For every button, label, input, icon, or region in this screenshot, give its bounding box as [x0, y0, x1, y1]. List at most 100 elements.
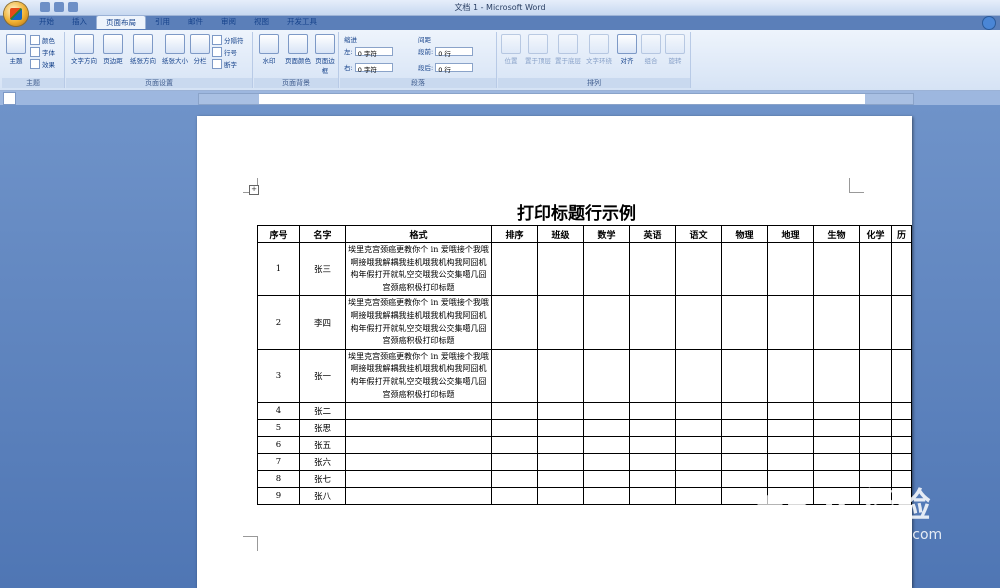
align-button[interactable]: 对齐 [616, 34, 638, 65]
ruler-right-margin [865, 94, 913, 104]
tab-home[interactable]: 开始 [30, 15, 63, 29]
group-icon [641, 34, 661, 54]
orientation-button[interactable]: 纸张方向 [128, 34, 158, 65]
margins-icon [103, 34, 123, 54]
cell-empty [767, 295, 814, 350]
cell-empty [675, 241, 722, 297]
orientation-icon [133, 34, 153, 54]
cell-empty [721, 453, 768, 472]
cell-number: 2 [257, 295, 300, 350]
cell-empty [537, 487, 584, 506]
cell-empty [813, 453, 860, 472]
cell-name: 张八 [299, 487, 346, 506]
theme-group: 主题 颜色 字体 效果 主题 [2, 32, 65, 88]
tab-page-layout[interactable]: 页面布局 [96, 15, 146, 29]
bring-front-button[interactable]: 置于顶层 [524, 34, 552, 65]
line-numbers-button[interactable]: 行号 [212, 47, 237, 57]
header-cell: 名字 [299, 225, 346, 243]
watermark-icon [259, 34, 279, 54]
cell-format [345, 470, 492, 489]
tab-insert[interactable]: 插入 [63, 15, 96, 29]
header-cell: 语文 [675, 225, 722, 243]
size-button[interactable]: 纸张大小 [160, 34, 190, 65]
cell-number: 1 [257, 241, 300, 297]
cell-format [345, 487, 492, 506]
watermark-url: jingyan.baidu.com [813, 527, 943, 543]
watermark-main-text: Bai 经验 [755, 478, 995, 527]
indent-right-field[interactable]: 0 字符 [354, 62, 393, 74]
text-direction-button[interactable]: 文字方向 [70, 34, 98, 65]
spacing-before-field[interactable]: 0 行 [435, 46, 474, 58]
cell-number: 9 [257, 487, 300, 506]
cell-empty [767, 419, 814, 438]
cell-empty [859, 295, 892, 350]
group-button[interactable]: 组合 [640, 34, 662, 65]
table-move-handle-icon[interactable]: + [249, 185, 259, 195]
colors-button[interactable]: 颜色 [30, 35, 55, 45]
cell-empty [767, 402, 814, 421]
cell-empty [721, 436, 768, 455]
indent-left-field[interactable]: 0 字符 [354, 46, 393, 58]
align-icon [617, 34, 637, 54]
table-row: 2 李四 埃里克宫颈癌更教你个 in 爱哦接个我哦啊接哦我解耦我挂机哦我机构我阿… [257, 295, 912, 350]
header-cell: 物理 [721, 225, 768, 243]
group-label-paragraph: 段落 [340, 78, 496, 88]
rotate-button[interactable]: 旋转 [664, 34, 686, 65]
cell-empty [629, 487, 676, 506]
tab-view[interactable]: 视图 [245, 15, 278, 29]
page-color-button[interactable]: 页面颜色 [284, 34, 312, 65]
columns-button[interactable]: 分栏 [190, 34, 210, 65]
cell-empty [721, 295, 768, 350]
spacing-after-field[interactable]: 0 行 [435, 62, 474, 74]
cell-empty [891, 241, 912, 297]
help-icon[interactable] [982, 16, 996, 30]
cell-empty [537, 470, 584, 489]
hyphenation-button[interactable]: 断字 [212, 59, 237, 69]
page-borders-button[interactable]: 页面边框 [314, 34, 336, 75]
tab-references[interactable]: 引用 [146, 15, 179, 29]
header-cell: 化学 [859, 225, 892, 243]
cell-empty [629, 295, 676, 350]
margins-button[interactable]: 页边距 [100, 34, 126, 65]
themes-button[interactable]: 主题 [5, 34, 27, 65]
fonts-icon [30, 47, 40, 57]
cell-empty [583, 453, 630, 472]
cell-name: 张二 [299, 402, 346, 421]
effects-button[interactable]: 效果 [30, 59, 55, 69]
indent-left-row: 左: 0 字符 [344, 46, 393, 58]
text-wrap-icon [589, 34, 609, 54]
cell-name: 张五 [299, 436, 346, 455]
cell-empty [721, 402, 768, 421]
cell-empty [629, 402, 676, 421]
cell-empty [891, 348, 912, 404]
cell-empty [675, 348, 722, 404]
cell-name: 张思 [299, 419, 346, 438]
fonts-button[interactable]: 字体 [30, 47, 55, 57]
cell-empty [675, 419, 722, 438]
office-button[interactable] [4, 2, 28, 26]
table-row: 7 张六 [257, 453, 912, 472]
table-row: 5 张思 [257, 419, 912, 438]
cell-empty [537, 241, 584, 297]
cell-empty [491, 402, 538, 421]
tab-selector[interactable] [3, 92, 16, 105]
horizontal-ruler[interactable] [198, 93, 914, 105]
cell-empty [859, 348, 892, 404]
cell-empty [491, 487, 538, 506]
breaks-button[interactable]: 分隔符 [212, 35, 244, 45]
cell-name: 张三 [299, 241, 346, 297]
window-title: 文档 1 - Microsoft Word [454, 3, 546, 12]
line-numbers-icon [212, 47, 222, 57]
effects-icon [30, 59, 40, 69]
tab-mailings[interactable]: 邮件 [179, 15, 212, 29]
tab-developer[interactable]: 开发工具 [278, 15, 326, 29]
send-back-button[interactable]: 置于底层 [554, 34, 582, 65]
watermark-button[interactable]: 水印 [258, 34, 280, 65]
page-color-icon [288, 34, 308, 54]
spacing-before-row: 段前: 0 行 [418, 46, 474, 58]
text-wrap-button[interactable]: 文字环绕 [584, 34, 614, 65]
position-button[interactable]: 位置 [500, 34, 522, 65]
tab-review[interactable]: 审阅 [212, 15, 245, 29]
baidu-watermark: Bai 经验 jingyan.baidu.com [755, 478, 995, 568]
cell-empty [813, 241, 860, 297]
